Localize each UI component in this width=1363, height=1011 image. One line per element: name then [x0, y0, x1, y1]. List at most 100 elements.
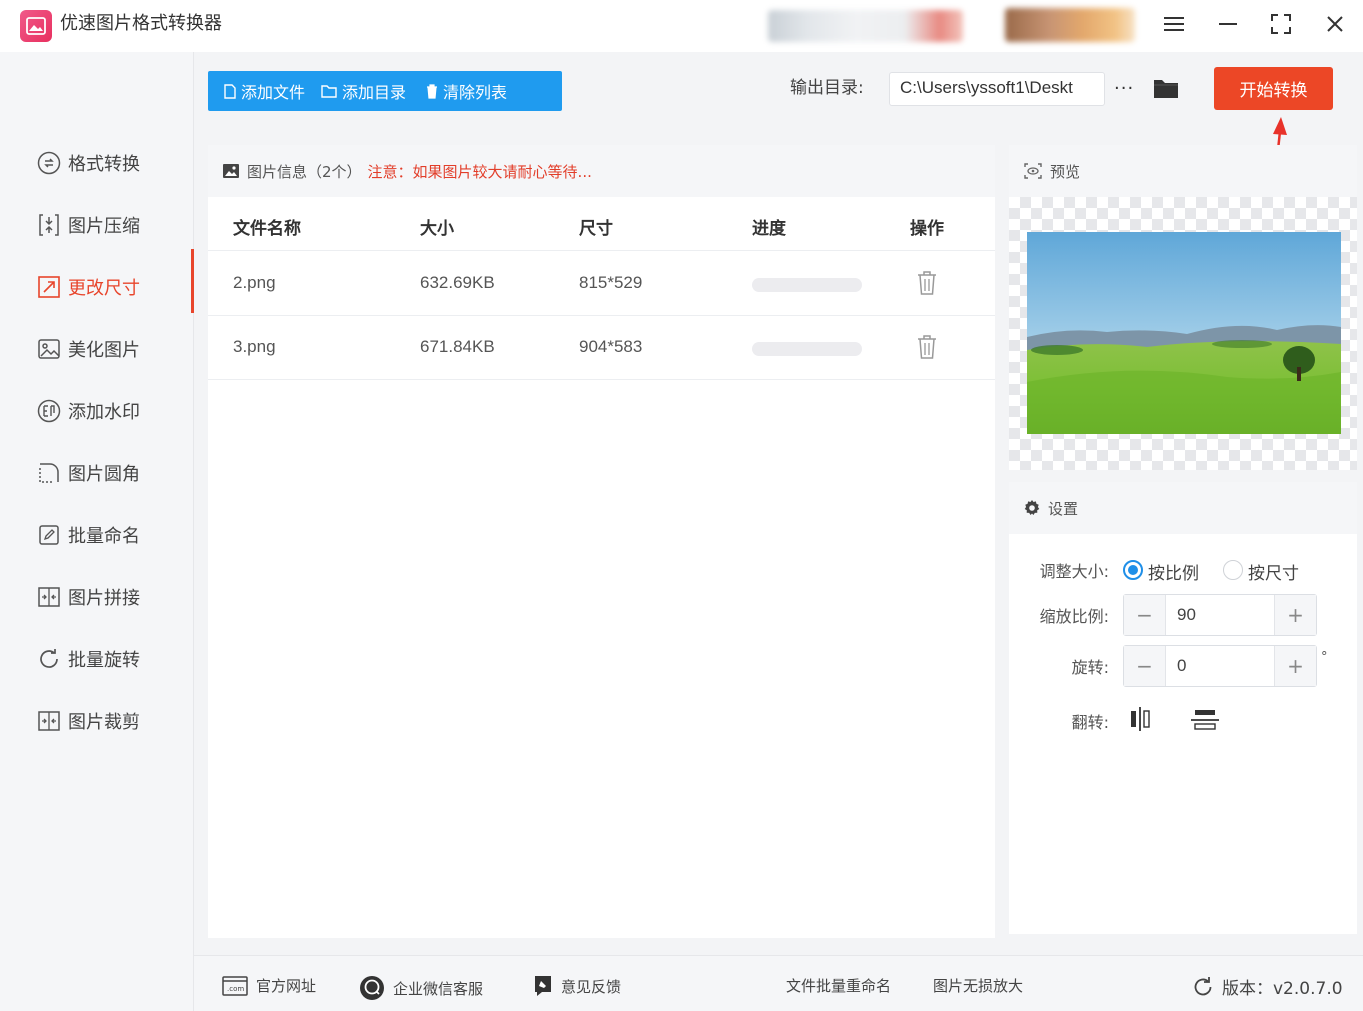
- file-size: 632.69KB: [420, 273, 495, 292]
- add-folder-button[interactable]: 添加目录: [315, 71, 412, 111]
- scale-stepper: − 90 +: [1123, 594, 1317, 636]
- resize-icon: [36, 274, 62, 300]
- sidebar-item-compress[interactable]: 图片压缩: [0, 201, 194, 249]
- scale-decrement-button[interactable]: −: [1124, 595, 1166, 635]
- menu-icon[interactable]: [1156, 8, 1192, 40]
- feedback-label: 意见反馈: [561, 977, 622, 996]
- batch-rename-link[interactable]: 文件批量重命名: [786, 975, 891, 996]
- add-file-button[interactable]: 添加文件: [218, 71, 311, 111]
- sidebar-item-label: 图片裁剪: [68, 712, 140, 733]
- table-row[interactable]: 3.png 671.84KB 904*583: [208, 316, 995, 380]
- sidebar-item-label: 批量旋转: [68, 650, 140, 671]
- lossless-enlarge-link[interactable]: 图片无损放大: [933, 975, 1023, 996]
- settings-header: 设置: [1009, 482, 1357, 534]
- blurred-user-info: [768, 10, 963, 42]
- sidebar-item-label: 图片拼接: [68, 588, 140, 609]
- file-name: 3.png: [233, 337, 276, 356]
- column-header-dimensions: 尺寸: [579, 219, 613, 239]
- version-info[interactable]: 版本：v2.0.7.0: [1192, 974, 1343, 999]
- rotate-icon: [36, 646, 62, 672]
- open-folder-icon[interactable]: [1152, 76, 1180, 104]
- sidebar-item-label: 格式转换: [68, 154, 140, 175]
- table-row[interactable]: 2.png 632.69KB 815*529: [208, 252, 995, 316]
- app-title: 优速图片格式转换器: [60, 13, 222, 34]
- settings-panel: 设置 调整大小: 按比例 按尺寸 缩放比例: − 90 + 旋转: − 0 + …: [1009, 482, 1357, 934]
- sidebar-item-round-corner[interactable]: 图片圆角: [0, 449, 194, 497]
- file-size: 671.84KB: [420, 337, 495, 356]
- notice-text: 注意：如果图片较大请耐心等待...: [367, 162, 592, 181]
- close-icon[interactable]: [1317, 8, 1353, 40]
- flip-label: 翻转:: [1071, 713, 1109, 732]
- sidebar-item-label: 更改尺寸: [68, 278, 140, 299]
- convert-icon: [36, 150, 62, 176]
- delete-icon[interactable]: [916, 270, 938, 296]
- flip-vertical-icon[interactable]: [1190, 709, 1220, 731]
- resize-mode-label: 调整大小:: [1039, 562, 1109, 581]
- rotate-increment-button[interactable]: +: [1274, 646, 1316, 686]
- sidebar-item-format-convert[interactable]: 格式转换: [0, 139, 194, 187]
- website-icon: .com: [222, 975, 248, 996]
- by-ratio-radio[interactable]: [1123, 560, 1143, 580]
- output-dir-label: 输出目录:: [790, 78, 864, 98]
- file-name: 2.png: [233, 273, 276, 292]
- sidebar-item-resize[interactable]: 更改尺寸: [0, 249, 194, 313]
- sidebar-item-rename[interactable]: 批量命名: [0, 511, 194, 559]
- scale-increment-button[interactable]: +: [1274, 595, 1316, 635]
- clear-list-button[interactable]: 清除列表: [420, 71, 513, 111]
- footer-bar: .com 官方网址 企业微信客服 意见反馈 文件批量重命名 图片无损放大 版本：…: [194, 955, 1363, 1011]
- more-options-button[interactable]: ···: [1114, 78, 1134, 99]
- image-info-icon: [223, 164, 239, 178]
- rotate-decrement-button[interactable]: −: [1124, 646, 1166, 686]
- by-size-radio[interactable]: [1223, 560, 1243, 580]
- preview-image: [1027, 232, 1341, 434]
- start-convert-button[interactable]: 开始转换: [1214, 67, 1333, 110]
- preview-title: 预览: [1050, 162, 1081, 181]
- scale-input[interactable]: 90: [1177, 605, 1196, 625]
- svg-text:.com: .com: [227, 985, 244, 993]
- by-size-label[interactable]: 按尺寸: [1248, 559, 1299, 584]
- crop-icon: [36, 708, 62, 734]
- add-folder-label: 添加目录: [342, 83, 407, 102]
- column-header-name: 文件名称: [233, 219, 301, 239]
- website-label: 官方网址: [256, 977, 317, 995]
- sidebar-item-crop[interactable]: 图片裁剪: [0, 697, 194, 745]
- sidebar-item-label: 图片圆角: [68, 464, 140, 485]
- feedback-link[interactable]: 意见反馈: [533, 975, 621, 997]
- lossless-enlarge-label: 图片无损放大: [933, 977, 1024, 995]
- maximize-icon[interactable]: [1263, 8, 1299, 40]
- sidebar-item-beautify[interactable]: 美化图片: [0, 325, 194, 373]
- output-dir-field[interactable]: C:\Users\yssoft1\Deskt: [889, 72, 1105, 106]
- minimize-icon[interactable]: [1210, 8, 1246, 40]
- degree-unit: °: [1321, 650, 1328, 665]
- rotate-input[interactable]: 0: [1177, 656, 1186, 676]
- sidebar-item-watermark[interactable]: 添加水印: [0, 387, 194, 435]
- file-list-panel: 图片信息（2个） 注意：如果图片较大请耐心等待... 文件名称 大小 尺寸 进度…: [208, 145, 995, 938]
- website-link[interactable]: .com 官方网址: [222, 975, 316, 996]
- by-ratio-label[interactable]: 按比例: [1148, 559, 1199, 584]
- sidebar-item-label: 图片压缩: [68, 216, 140, 237]
- blurred-user-avatar: [1005, 8, 1135, 42]
- stitch-icon: [36, 584, 62, 610]
- column-header-size: 大小: [420, 219, 454, 239]
- delete-icon[interactable]: [916, 334, 938, 360]
- rotate-label: 旋转:: [1071, 658, 1109, 677]
- add-file-label: 添加文件: [241, 83, 306, 102]
- sidebar-item-stitch[interactable]: 图片拼接: [0, 573, 194, 621]
- preview-icon: [1024, 163, 1042, 179]
- rotate-stepper: − 0 +: [1123, 645, 1317, 687]
- sidebar-item-rotate[interactable]: 批量旋转: [0, 635, 194, 683]
- settings-title: 设置: [1048, 499, 1079, 518]
- watermark-icon: [36, 398, 62, 424]
- wechat-label: 企业微信客服: [393, 979, 484, 998]
- beautify-icon: [36, 336, 62, 362]
- wechat-service-link[interactable]: 企业微信客服: [359, 975, 483, 1001]
- file-dimensions: 904*583: [579, 337, 643, 356]
- trash-icon: [427, 83, 438, 99]
- sidebar-item-label: 添加水印: [68, 402, 140, 423]
- flip-horizontal-icon[interactable]: [1129, 706, 1151, 732]
- sidebar: 格式转换 图片压缩 更改尺寸 美化图片 添加水印 图片圆角 批量命名 图片拼接 …: [0, 52, 194, 1011]
- round-corner-icon: [36, 460, 62, 486]
- progress-bar: [752, 278, 862, 292]
- toolbar-button-group: 添加文件 添加目录 清除列表: [208, 71, 562, 111]
- column-header-progress: 进度: [752, 219, 786, 239]
